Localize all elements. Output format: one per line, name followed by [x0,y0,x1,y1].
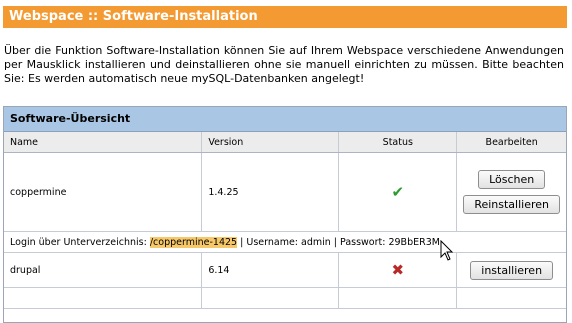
column-header-status: Status [338,132,458,153]
edit-cell: installieren [456,252,566,288]
page-title: Webspace :: Software-Installation [3,6,567,28]
software-version: 1.4.25 [201,152,340,232]
table-header-row: Name Version Status Bearbeiten [4,132,566,153]
login-prefix: Login über Unterverzeichnis: [10,236,147,248]
cross-icon: ✖ [391,261,405,279]
panel-title: Software-Übersicht [4,107,566,132]
column-header-version: Version [201,132,340,153]
intro-text: Über die Funktion Software-Installation … [4,44,564,85]
install-button[interactable]: installieren [470,260,554,280]
software-version: 6.14 [201,252,340,288]
software-table: Name Version Status Bearbeiten coppermin… [4,132,566,309]
column-header-edit: Bearbeiten [456,132,566,153]
delete-button[interactable]: Löschen [478,170,546,189]
software-overview-panel: Software-Übersicht Name Version Status B… [3,106,567,323]
column-header-name: Name [4,132,203,153]
edit-cell: Löschen Reinstallieren [456,152,566,232]
login-path-link[interactable]: /coppermine-1425 [149,236,238,248]
status-cell: ✔ [338,152,458,232]
check-icon: ✔ [391,183,405,201]
software-name: coppermine [4,152,203,232]
login-info: Login über Unterverzeichnis: /coppermine… [4,231,566,253]
software-name: drupal [4,252,203,288]
table-row [4,287,566,309]
mouse-cursor-icon [440,240,454,261]
login-credentials: | Username: admin | Passwort: 29BbER3M [240,236,440,248]
login-info-row: Login über Unterverzeichnis: /coppermine… [4,231,566,253]
reinstall-button[interactable]: Reinstallieren [463,195,560,214]
table-row: drupal 6.14 ✖ installieren [4,252,566,288]
table-row: coppermine 1.4.25 ✔ Löschen Reinstallier… [4,152,566,232]
